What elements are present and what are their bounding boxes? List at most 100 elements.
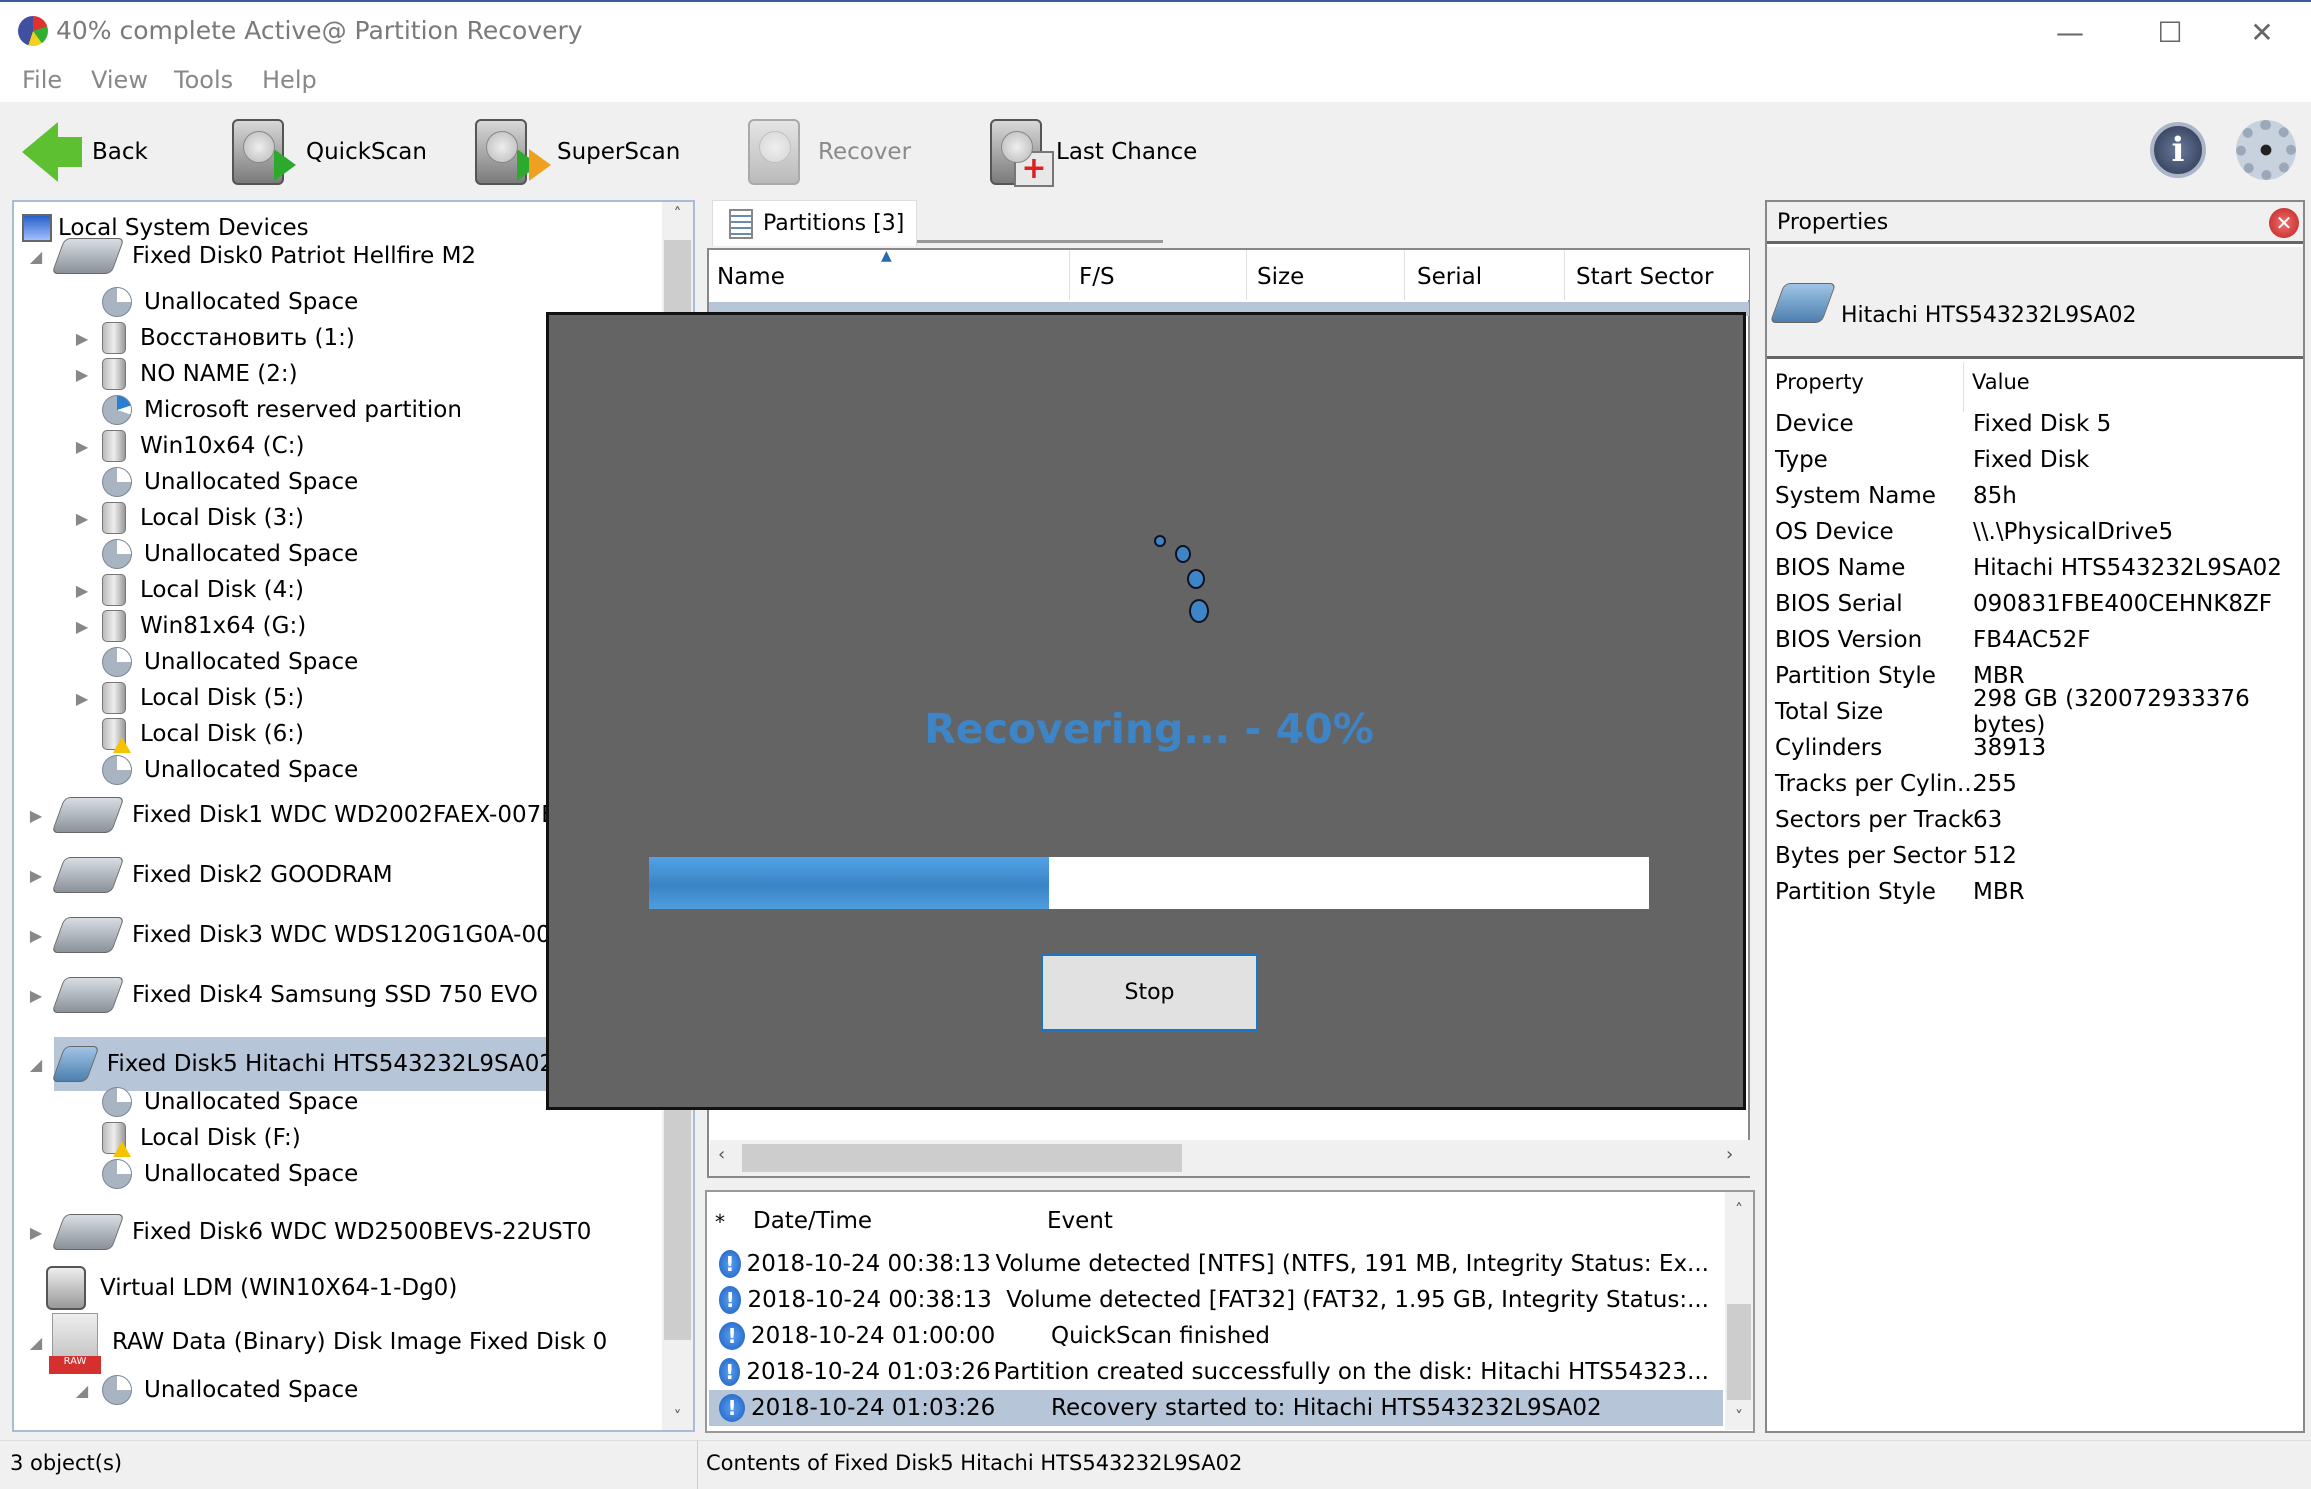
reserved-partition-icon — [102, 395, 132, 425]
tree-item[interactable]: ▶ Fixed Disk2 GOODRAM — [14, 857, 393, 893]
column-name[interactable]: Name — [717, 264, 785, 290]
property-key: BIOS Serial — [1775, 591, 1903, 617]
unallocated-space-icon — [102, 467, 132, 497]
tree-item[interactable]: Unallocated Space — [14, 752, 358, 788]
minimize-button[interactable]: — — [2040, 10, 2100, 54]
menu-view[interactable]: View — [91, 66, 148, 94]
expand-icon[interactable]: ▶ — [72, 509, 92, 528]
tree-item[interactable]: ◢ Unallocated Space — [14, 1372, 358, 1408]
tree-item[interactable]: Unallocated Space — [14, 644, 358, 680]
collapse-icon[interactable]: ◢ — [72, 1381, 92, 1400]
log-row[interactable]: ! 2018-10-24 01:03:26 Partition created su… — [709, 1354, 1709, 1390]
log-event: Volume detected [FAT32] (FAT32, 1.95 GB,… — [1006, 1287, 1709, 1313]
tree-item[interactable]: ▶ Fixed Disk1 WDC WD2002FAEX-007BA0 — [14, 797, 587, 833]
log-scrollbar[interactable]: ˄ ˅ — [1725, 1192, 1753, 1430]
log-datetime: 2018-10-24 00:38:13 — [746, 1251, 991, 1277]
superscan-button[interactable]: SuperScan — [475, 116, 680, 188]
quickscan-button[interactable]: QuickScan — [232, 116, 427, 188]
tree-item[interactable]: Virtual LDM (WIN10X64-1-Dg0) — [14, 1266, 458, 1310]
expand-icon[interactable]: ▶ — [26, 1223, 46, 1242]
menu-help[interactable]: Help — [262, 66, 317, 94]
properties-col-value[interactable]: Value — [1972, 370, 2030, 394]
scroll-down-icon[interactable]: ˅ — [662, 1407, 693, 1426]
log-col-datetime[interactable]: Date/Time — [753, 1208, 872, 1234]
column-start-sector[interactable]: Start Sector — [1576, 264, 1713, 290]
column-separator — [1404, 250, 1405, 300]
tree-item[interactable]: ◢ Fixed Disk0 Patriot Hellfire M2 — [14, 238, 476, 274]
tree-item-label: Virtual LDM (WIN10X64-1-Dg0) — [100, 1275, 458, 1301]
recover-button[interactable]: Recover — [748, 116, 911, 188]
expand-icon[interactable]: ▶ — [26, 986, 46, 1005]
log-row[interactable]: ! 2018-10-24 01:00:00 QuickScan finished — [709, 1318, 1709, 1354]
expand-icon[interactable]: ▶ — [26, 926, 46, 945]
expand-icon[interactable]: ▶ — [26, 866, 46, 885]
maximize-button[interactable]: ☐ — [2140, 10, 2200, 54]
tree-item[interactable]: ◢ RAW Data (Binary) Disk Image Fixed Disk… — [14, 1313, 608, 1374]
tree-item[interactable]: ▶ Fixed Disk4 Samsung SSD 750 EVO 120G — [14, 977, 607, 1013]
tree-item[interactable]: Unallocated Space — [14, 284, 358, 320]
collapse-icon[interactable]: ◢ — [26, 247, 46, 266]
log-col-event[interactable]: Event — [1047, 1208, 1113, 1234]
log-event: Volume detected [NTFS] (NTFS, 191 MB, In… — [995, 1251, 1709, 1277]
scroll-right-icon[interactable]: › — [1726, 1144, 1733, 1165]
expand-icon[interactable]: ▶ — [72, 689, 92, 708]
scroll-up-icon[interactable]: ˄ — [662, 204, 693, 223]
tree-item[interactable]: Local Disk (F:) — [14, 1120, 301, 1157]
tree-item[interactable]: ▶ Fixed Disk6 WDC WD2500BEVS-22UST0 — [14, 1214, 591, 1250]
expand-icon[interactable]: ▶ — [72, 617, 92, 636]
info-icon[interactable]: i — [2150, 122, 2206, 178]
recover-label: Recover — [818, 139, 912, 165]
tree-item[interactable]: Local Disk (6:) — [14, 716, 304, 753]
tree-item[interactable]: ▶ NO NAME (2:) — [14, 356, 298, 392]
gear-icon[interactable] — [2236, 120, 2296, 180]
tab-partitions[interactable]: Partitions [3] — [712, 200, 917, 246]
log-row[interactable]: ! 2018-10-24 00:38:13 Volume detected [FAT… — [709, 1282, 1709, 1318]
tree-item[interactable]: Microsoft reserved partition — [14, 392, 462, 428]
partitions-hscrollbar[interactable]: ‹ › — [710, 1140, 1750, 1176]
expand-icon[interactable]: ▶ — [72, 329, 92, 348]
last-chance-button[interactable]: + Last Chance — [990, 116, 1197, 188]
tree-item[interactable]: ▶ Win10x64 (C:) — [14, 428, 304, 464]
tree-item[interactable]: Unallocated Space — [14, 464, 358, 500]
tree-item[interactable]: ▶ Восстановить (1:) — [14, 320, 355, 356]
hscroll-thumb[interactable] — [742, 1144, 1182, 1172]
property-value: MBR — [1973, 879, 2025, 905]
scroll-down-icon[interactable]: ˅ — [1725, 1407, 1753, 1426]
log-col-flag[interactable]: * — [715, 1210, 725, 1234]
tree-item[interactable]: ▶ Local Disk (5:) — [14, 680, 304, 716]
back-button[interactable]: Back — [22, 116, 148, 188]
scroll-left-icon[interactable]: ‹ — [718, 1144, 725, 1165]
menu-tools[interactable]: Tools — [174, 66, 233, 94]
tree-item[interactable]: ▶ Win81x64 (G:) — [14, 608, 306, 644]
tree-item[interactable]: Unallocated Space — [14, 1084, 358, 1120]
collapse-icon[interactable]: ◢ — [26, 1333, 46, 1352]
close-properties-icon[interactable]: ✕ — [2269, 208, 2299, 238]
tree-item[interactable]: ◢ Fixed Disk5 Hitachi HTS543232L9SA02 — [30, 1037, 554, 1091]
collapse-icon[interactable]: ◢ — [26, 1055, 46, 1074]
expand-icon[interactable]: ▶ — [72, 365, 92, 384]
tree-item[interactable]: Unallocated Space — [14, 1156, 358, 1192]
log-row[interactable]: ! 2018-10-24 00:38:13 Volume detected [NTF… — [709, 1246, 1709, 1282]
column-fs[interactable]: F/S — [1079, 264, 1115, 290]
log-row[interactable]: ! 2018-10-24 01:03:26 Recovery started to:… — [709, 1390, 1723, 1426]
column-size[interactable]: Size — [1257, 264, 1304, 290]
menu-file[interactable]: File — [22, 66, 62, 94]
properties-col-property[interactable]: Property — [1775, 370, 1864, 394]
tree-item-label: RAW Data (Binary) Disk Image Fixed Disk … — [112, 1329, 608, 1355]
tree-item[interactable]: ▶ Local Disk (4:) — [14, 572, 304, 608]
expand-icon[interactable]: ▶ — [72, 581, 92, 600]
scroll-up-icon[interactable]: ˄ — [1725, 1200, 1753, 1219]
unallocated-space-icon — [102, 1087, 132, 1117]
stop-button[interactable]: Stop — [1041, 954, 1258, 1031]
expand-icon[interactable]: ▶ — [72, 437, 92, 456]
tree-item[interactable]: ▶ Fixed Disk3 WDC WDS120G1G0A-00SS5 — [14, 917, 595, 953]
expand-icon[interactable]: ▶ — [26, 806, 46, 825]
tree-item-label: Win81x64 (G:) — [140, 613, 307, 639]
column-serial[interactable]: Serial — [1417, 264, 1482, 290]
log-scroll-thumb[interactable] — [1727, 1304, 1751, 1400]
last-chance-label: Last Chance — [1056, 139, 1198, 165]
column-separator — [1246, 250, 1247, 300]
tree-item[interactable]: ▶ Local Disk (3:) — [14, 500, 304, 536]
close-button[interactable]: ✕ — [2232, 10, 2292, 54]
tree-item[interactable]: Unallocated Space — [14, 536, 358, 572]
